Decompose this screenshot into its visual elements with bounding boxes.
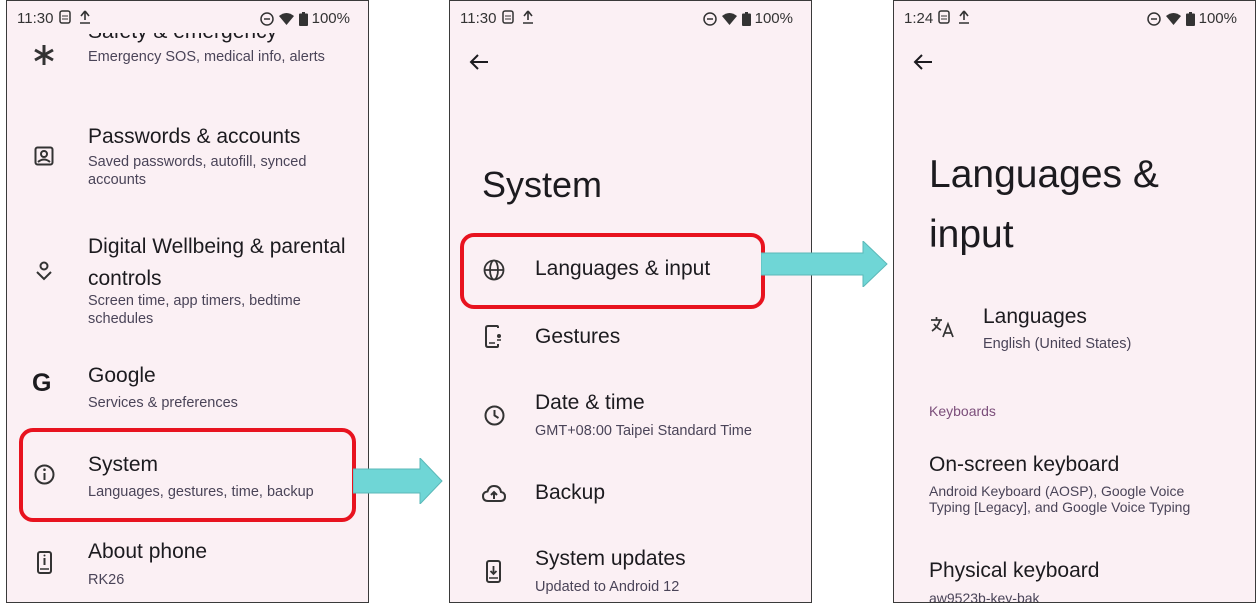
safety-emergency-title: Safety & emergency: [88, 20, 278, 43]
date-time-subtitle: GMT+08:00 Taipei Standard Time: [535, 423, 752, 439]
languages-title: Languages: [983, 305, 1087, 328]
about-phone-item[interactable]: About phone RK26: [7, 536, 368, 596]
sim-icon: [938, 10, 950, 24]
physical-keyboard-subtitle: aw9523b-key-bak: [929, 590, 1040, 603]
physical-keyboard-title: Physical keyboard: [929, 559, 1100, 582]
arrow-right-icon: [761, 241, 888, 287]
wifi-icon: [1165, 12, 1181, 25]
wellbeing-icon: [36, 261, 52, 281]
battery-percent: 100%: [1198, 10, 1237, 27]
translate-icon: [931, 317, 954, 338]
cloud-upload-icon: [482, 485, 506, 502]
battery-icon: [741, 11, 751, 26]
digital-wellbeing-title: Digital Wellbeing & parental controls: [88, 235, 346, 290]
safety-emergency-subtitle: Emergency SOS, medical info, alerts: [88, 49, 325, 65]
digital-wellbeing-item[interactable]: Digital Wellbeing & parental controls Sc…: [7, 226, 368, 336]
battery-icon: [1185, 11, 1195, 26]
gestures-icon: [485, 325, 501, 348]
status-bar: 1:24 100%: [894, 1, 1255, 31]
languages-item[interactable]: Languages English (United States): [894, 301, 1255, 361]
status-time: 11:30: [460, 10, 497, 27]
system-updates-subtitle: Updated to Android 12: [535, 579, 680, 595]
google-title: Google: [88, 364, 156, 387]
google-item[interactable]: G Google Services & preferences: [7, 361, 368, 421]
backup-item[interactable]: Backup: [450, 471, 811, 521]
languages-input-highlight: [460, 233, 765, 309]
onscreen-keyboard-subtitle: Android Keyboard (AOSP), Google Voice Ty…: [929, 483, 1191, 515]
languages-subtitle: English (United States): [983, 336, 1132, 352]
back-arrow-icon[interactable]: [468, 51, 490, 73]
status-time: 1:24: [904, 10, 934, 27]
wifi-icon: [721, 12, 737, 25]
onscreen-keyboard-item[interactable]: On-screen keyboard Android Keyboard (AOS…: [894, 449, 1255, 529]
languages-input-screen: 1:24 100% Languages & input Languages En…: [893, 0, 1256, 603]
dnd-icon: [702, 11, 717, 26]
safety-emergency-item[interactable]: Safety & emergency Emergency SOS, medica…: [7, 1, 368, 96]
sim-icon: [502, 10, 514, 24]
account-box-icon: [34, 146, 54, 166]
page-title: System: [482, 164, 603, 205]
upload-icon: [523, 10, 533, 24]
date-time-title: Date & time: [535, 391, 645, 414]
page-title-line1: Languages &: [929, 153, 1159, 196]
about-phone-subtitle: RK26: [88, 572, 125, 588]
upload-icon: [959, 10, 969, 24]
google-icon: G: [32, 369, 52, 397]
onscreen-keyboard-title: On-screen keyboard: [929, 453, 1120, 476]
backup-title: Backup: [535, 481, 606, 504]
system-updates-item[interactable]: System updates Updated to Android 12: [450, 541, 811, 601]
system-update-icon: [486, 560, 501, 583]
battery-percent: 100%: [754, 10, 793, 27]
system-updates-title: System updates: [535, 547, 686, 570]
digital-wellbeing-subtitle: Screen time, app timers, bedtime schedul…: [88, 293, 301, 327]
physical-keyboard-item[interactable]: Physical keyboard aw9523b-key-bak: [894, 556, 1255, 603]
gestures-item[interactable]: Gestures: [450, 311, 811, 366]
phone-icon: [37, 551, 52, 574]
dnd-icon: [1146, 11, 1161, 26]
asterisk-icon: [34, 45, 54, 65]
about-phone-title: About phone: [88, 540, 208, 563]
arrow-right-icon: [353, 458, 443, 504]
date-time-item[interactable]: Date & time GMT+08:00 Taipei Standard Ti…: [450, 386, 811, 451]
status-bar: 11:30 100%: [450, 1, 811, 31]
passwords-accounts-title: Passwords & accounts: [88, 125, 301, 148]
passwords-accounts-subtitle: Saved passwords, autofill, synced accoun…: [88, 154, 307, 188]
back-arrow-icon[interactable]: [912, 51, 934, 73]
passwords-accounts-item[interactable]: Passwords & accounts Saved passwords, au…: [7, 116, 368, 196]
clock-icon: [484, 405, 505, 426]
keyboards-section-header: Keyboards: [929, 403, 996, 419]
system-highlight: [19, 428, 356, 522]
google-subtitle: Services & preferences: [88, 395, 238, 411]
gestures-title: Gestures: [535, 325, 621, 348]
page-title-line2: input: [929, 213, 1014, 256]
